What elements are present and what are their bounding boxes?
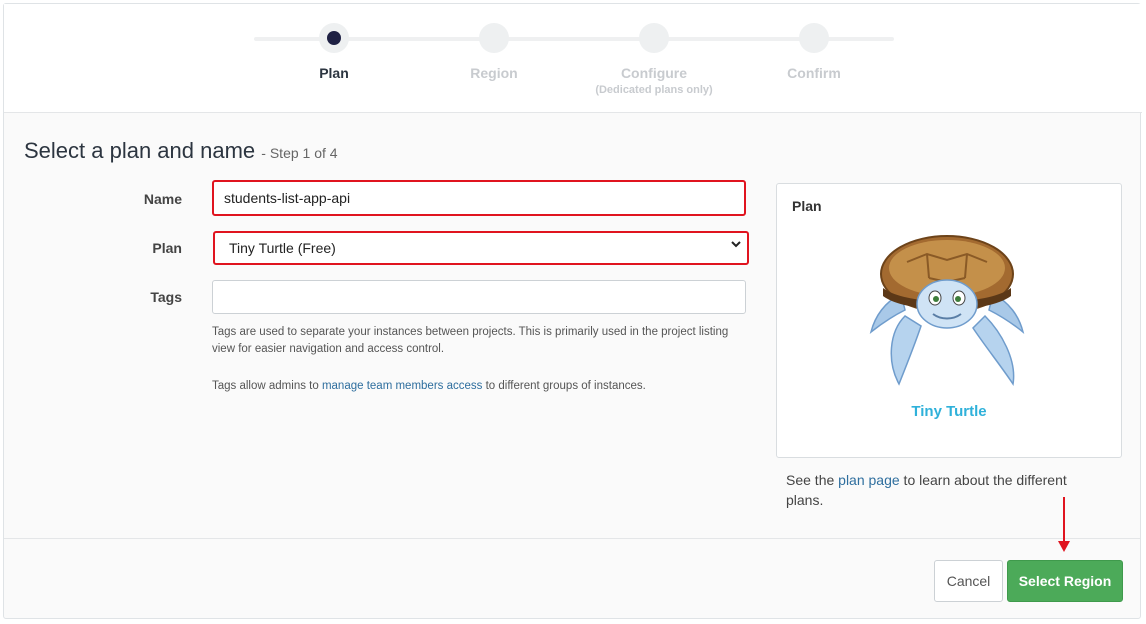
step-sublabel: (Dedicated plans only) [595,84,713,96]
step-label: Plan [319,65,349,81]
name-label: Name [143,191,182,207]
step-counter: - Step 1 of 4 [261,145,338,161]
cancel-button[interactable]: Cancel [934,560,1003,602]
step-confirm: Confirm [744,23,884,81]
select-region-button[interactable]: Select Region [1007,560,1123,602]
tags-help-text: Tags are used to separate your instances… [212,326,729,355]
tags-admin-help: Tags allow admins to manage team members… [212,378,742,395]
step-plan: Plan [264,23,404,81]
step-indicator [639,23,669,53]
tags-input[interactable] [212,280,746,314]
plan-card-title: Plan [792,198,822,214]
help-prefix: Tags allow admins to [212,380,322,392]
name-input-value: students-list-app-api [224,190,351,206]
page-title-text: Select a plan and name [24,138,256,163]
plan-select[interactable]: Tiny Turtle (Free) [213,231,749,265]
create-instance-panel: Plan Region Configure (Dedicated plans o… [3,3,1142,619]
footer-divider [4,538,1140,539]
plan-select-value: Tiny Turtle (Free) [229,240,336,256]
plan-label: Plan [152,240,182,256]
step-indicator [479,23,509,53]
chevron-down-icon [731,241,741,248]
help-suffix: to different groups of instances. [482,380,646,392]
turtle-icon [869,235,1025,386]
step-indicator-current [319,23,349,53]
step-indicator [799,23,829,53]
manage-team-access-link[interactable]: manage team members access [322,380,482,392]
step-label: Confirm [787,65,841,81]
plan-page-link[interactable]: plan page [838,472,900,488]
tags-label: Tags [150,289,182,305]
page-title: Select a plan and name - Step 1 of 4 [24,138,338,164]
arrow-down-icon [1058,497,1070,552]
step-configure: Configure (Dedicated plans only) [584,23,724,96]
step-label: Configure [620,65,688,81]
plan-name: Tiny Turtle [911,403,987,420]
stepper: Plan Region Configure (Dedicated plans o… [4,4,1142,113]
step-label: Region [470,65,518,81]
plan-note-prefix: See the [786,472,839,488]
step-region: Region [424,23,564,81]
name-input[interactable]: students-list-app-api [212,180,746,216]
plan-preview-card: Plan Tiny Turtle [776,183,1122,458]
